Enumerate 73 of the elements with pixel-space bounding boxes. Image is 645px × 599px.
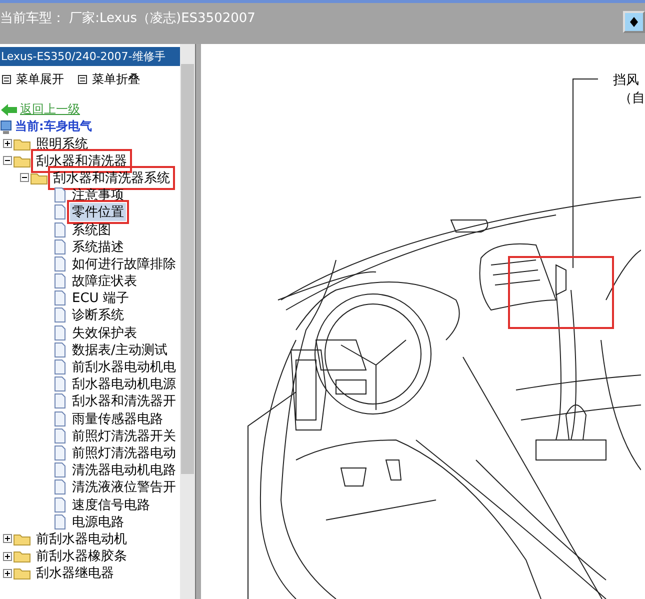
computer-icon xyxy=(0,120,12,134)
document-icon xyxy=(53,273,67,290)
tree-item[interactable]: 速度信号电路 xyxy=(70,496,152,514)
document-icon xyxy=(53,479,67,496)
folder-icon xyxy=(13,154,31,168)
tree-item[interactable]: 前刮水器电动机电 xyxy=(70,358,178,376)
tree-item[interactable]: 清洗液液位警告开 xyxy=(70,478,178,496)
document-icon xyxy=(53,376,67,392)
tree-item[interactable]: 前刮水器电动机 xyxy=(34,530,129,548)
folder-icon xyxy=(13,136,31,151)
tree-item[interactable]: 刮水器和清洗器系统 xyxy=(51,168,172,187)
plus-icon xyxy=(4,140,11,148)
toolbar-button[interactable] xyxy=(623,11,645,33)
document-icon xyxy=(53,256,67,272)
folder-icon xyxy=(13,549,31,564)
tree-item[interactable]: 故障症状表 xyxy=(70,272,139,290)
document-icon xyxy=(53,462,67,478)
collapse-toggle[interactable] xyxy=(20,173,29,182)
document-icon xyxy=(53,359,67,376)
document-icon xyxy=(53,393,67,410)
menu-button[interactable]: 菜单展开 xyxy=(2,71,64,88)
collapse-toggle[interactable] xyxy=(3,156,12,166)
tree-item[interactable]: 诊断系统 xyxy=(70,306,126,324)
tree-item[interactable]: 系统图 xyxy=(70,220,113,239)
plus-icon xyxy=(4,570,11,577)
expand-toggle[interactable] xyxy=(3,139,12,148)
document-icon xyxy=(53,342,67,358)
tree-item[interactable]: 前照灯清洗器电动 xyxy=(70,444,178,462)
document-icon xyxy=(53,222,67,238)
back-link[interactable]: 返回上一级 xyxy=(20,101,80,118)
plus-icon xyxy=(4,552,11,560)
plus-icon xyxy=(4,535,11,542)
tree-item[interactable]: 前照灯清洗器开关 xyxy=(70,426,178,445)
callout-label: 挡风 （自 xyxy=(613,72,645,108)
tree-item[interactable]: ECU 端子 xyxy=(70,289,131,308)
diamond-icon xyxy=(630,17,638,27)
folder-icon xyxy=(30,170,48,185)
document-icon xyxy=(53,307,67,324)
tree-item[interactable]: 系统描述 xyxy=(70,238,126,256)
back-arrow-icon xyxy=(1,104,17,116)
scrollbar-thumb[interactable] xyxy=(181,64,194,474)
menu-button[interactable]: 菜单折叠 xyxy=(78,71,140,88)
window-title: 当前车型： 厂家:Lexus（凌志)ES3502007 xyxy=(0,10,256,27)
tree-item[interactable]: 电源电路 xyxy=(70,512,126,531)
folder-icon xyxy=(13,532,31,546)
document-icon xyxy=(53,514,67,530)
panel-header: Lexus-ES350/240-2007-维修手 xyxy=(0,47,180,66)
tree-item[interactable]: 清洗器电动机电路 xyxy=(70,461,178,480)
tree-item[interactable]: 刮水器电动机电源 xyxy=(70,375,178,394)
tree-item[interactable]: 零件位置 xyxy=(70,203,126,222)
tree-item[interactable]: 如何进行故障排除 xyxy=(70,254,178,273)
document-icon xyxy=(53,324,67,341)
folder-icon xyxy=(13,566,31,580)
tree-item[interactable]: 雨量传感器电路 xyxy=(70,410,165,428)
document-icon xyxy=(53,428,67,444)
document-icon xyxy=(53,410,67,427)
document-icon xyxy=(53,496,67,513)
tree-item[interactable]: 刮水器和清洗器开 xyxy=(70,392,178,410)
document-icon xyxy=(53,204,67,220)
document-icon xyxy=(53,290,67,306)
document-icon xyxy=(53,444,67,461)
expand-toggle[interactable] xyxy=(3,552,12,561)
tree-item[interactable]: 失效保护表 xyxy=(70,324,139,342)
document-icon xyxy=(53,187,67,204)
tree-item[interactable]: 刮水器继电器 xyxy=(34,564,116,582)
document-icon xyxy=(53,238,67,255)
expand-toggle[interactable] xyxy=(3,568,12,578)
current-category: 当前:车身电气 xyxy=(15,118,92,135)
expand-toggle[interactable] xyxy=(3,534,12,544)
tree-item[interactable]: 数据表/主动测试 xyxy=(70,340,170,359)
list-icon xyxy=(78,75,87,84)
tree-item[interactable]: 注意事项 xyxy=(70,186,126,204)
tree-item[interactable]: 前刮水器橡胶条 xyxy=(34,547,129,566)
